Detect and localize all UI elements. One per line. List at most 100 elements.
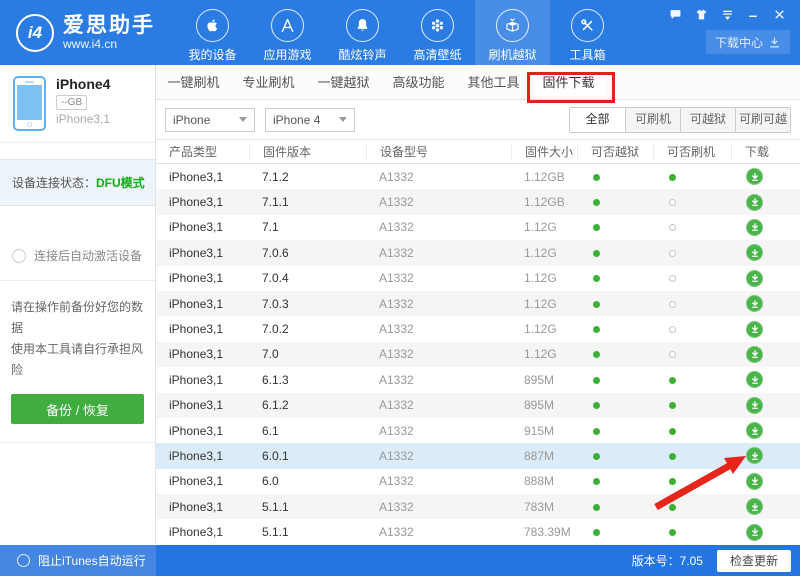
table-row[interactable]: iPhone3,16.1.2A1332895M xyxy=(156,393,800,418)
menu-icon[interactable] xyxy=(721,8,734,21)
download-button[interactable] xyxy=(746,270,763,287)
table-row[interactable]: iPhone3,15.1.1A1332783.39M xyxy=(156,519,800,544)
jailbreak-status-dot xyxy=(593,275,600,282)
filter-button-2[interactable]: 可越狱 xyxy=(680,108,735,132)
nav-item-3[interactable]: 高清壁纸 xyxy=(400,0,475,65)
nav-item-label: 酷炫铃声 xyxy=(338,46,386,63)
title-bar: i4 爱思助手 www.i4.cn 我的设备应用游戏酷炫铃声高清壁纸刷机越狱工具… xyxy=(0,0,800,65)
flash-status-dot xyxy=(669,478,676,485)
jailbreak-status-dot xyxy=(593,377,600,384)
download-tray-icon xyxy=(768,36,781,49)
tab-1[interactable]: 专业刷机 xyxy=(231,65,306,99)
table-row[interactable]: iPhone3,17.0.2A13321.12G xyxy=(156,316,800,341)
table-row[interactable]: iPhone3,17.1A13321.12G xyxy=(156,215,800,240)
nav-item-1[interactable]: 应用游戏 xyxy=(250,0,325,65)
download-button[interactable] xyxy=(746,219,763,236)
download-button[interactable] xyxy=(746,295,763,312)
download-button[interactable] xyxy=(746,244,763,261)
download-button[interactable] xyxy=(746,371,763,388)
backup-restore-button[interactable]: 备份 / 恢复 xyxy=(11,394,144,424)
nav-item-2[interactable]: 酷炫铃声 xyxy=(325,0,400,65)
connection-status-label: 设备连接状态： xyxy=(12,174,96,191)
table-row[interactable]: iPhone3,16.0.1A1332887M xyxy=(156,443,800,468)
topnav-items: 我的设备应用游戏酷炫铃声高清壁纸刷机越狱工具箱 xyxy=(175,0,625,65)
iphone-device-icon xyxy=(13,76,46,131)
firmware-size-cell: 895M xyxy=(511,398,577,412)
firmware-version-cell: 7.0 xyxy=(249,347,366,361)
download-button[interactable] xyxy=(746,498,763,515)
skin-icon[interactable] xyxy=(695,8,708,21)
device-type-select-value: iPhone xyxy=(173,113,210,127)
auto-activate-radio[interactable] xyxy=(12,249,26,263)
block-itunes-radio[interactable] xyxy=(17,554,30,567)
download-button[interactable] xyxy=(746,473,763,490)
download-button[interactable] xyxy=(746,524,763,541)
flash-status-dot xyxy=(669,402,676,409)
firmware-version-cell: 6.1.2 xyxy=(249,398,366,412)
flash-status-dot xyxy=(669,504,676,511)
table-row[interactable]: iPhone3,17.0.4A13321.12G xyxy=(156,266,800,291)
tab-0[interactable]: 一键刷机 xyxy=(156,65,231,99)
nav-item-0[interactable]: 我的设备 xyxy=(175,0,250,65)
brand-name: 爱思助手 xyxy=(63,15,155,37)
product-type-cell: iPhone3,1 xyxy=(156,449,249,463)
tab-2[interactable]: 一键越狱 xyxy=(306,65,381,99)
jailbreak-status-dot xyxy=(593,250,600,257)
message-icon[interactable] xyxy=(669,8,682,21)
jailbreak-status-dot xyxy=(593,351,600,358)
tab-3[interactable]: 高级功能 xyxy=(381,65,456,99)
device-model-cell: A1332 xyxy=(366,220,511,234)
wallpapers-flower-icon xyxy=(421,9,454,42)
firmware-size-cell: 1.12G xyxy=(511,297,577,311)
table-row[interactable]: iPhone3,17.0A13321.12G xyxy=(156,342,800,367)
product-type-cell: iPhone3,1 xyxy=(156,297,249,311)
table-row[interactable]: iPhone3,17.1.2A13321.12GB xyxy=(156,164,800,189)
product-type-cell: iPhone3,1 xyxy=(156,398,249,412)
logo-text: i4 xyxy=(28,23,42,43)
table-row[interactable]: iPhone3,16.0A1332888M xyxy=(156,469,800,494)
device-model-select[interactable]: iPhone 4 xyxy=(265,108,355,132)
device-model-cell: A1332 xyxy=(366,347,511,361)
my-devices-apple-icon xyxy=(196,9,229,42)
download-center-button[interactable]: 下载中心 xyxy=(706,30,790,54)
jailbreak-status-dot xyxy=(593,174,600,181)
tab-5[interactable]: 固件下载 xyxy=(531,65,606,99)
column-header-1: 固件版本 xyxy=(249,145,366,159)
firmware-version-cell: 7.1.1 xyxy=(249,195,366,209)
firmware-version-cell: 6.1 xyxy=(249,424,366,438)
download-button[interactable] xyxy=(746,194,763,211)
nav-item-label: 工具箱 xyxy=(569,46,605,63)
download-button[interactable] xyxy=(746,346,763,363)
minimize-icon[interactable] xyxy=(747,8,760,21)
filter-button-3[interactable]: 可刷可越 xyxy=(735,108,790,132)
download-button[interactable] xyxy=(746,168,763,185)
block-itunes-option[interactable]: 阻止iTunes自动运行 xyxy=(0,545,156,576)
table-row[interactable]: iPhone3,17.0.3A13321.12G xyxy=(156,291,800,316)
filter-button-1[interactable]: 可刷机 xyxy=(625,108,680,132)
product-type-cell: iPhone3,1 xyxy=(156,500,249,514)
check-update-button[interactable]: 检查更新 xyxy=(717,550,791,572)
close-icon[interactable] xyxy=(773,8,786,21)
device-model-cell: A1332 xyxy=(366,373,511,387)
download-button[interactable] xyxy=(746,321,763,338)
table-row[interactable]: iPhone3,17.0.6A13321.12G xyxy=(156,240,800,265)
device-model-cell: A1332 xyxy=(366,246,511,260)
download-button[interactable] xyxy=(746,397,763,414)
firmware-size-cell: 888M xyxy=(511,474,577,488)
filter-button-0[interactable]: 全部 xyxy=(570,108,625,132)
tab-4[interactable]: 其他工具 xyxy=(456,65,531,99)
nav-item-4[interactable]: 刷机越狱 xyxy=(475,0,550,65)
table-row[interactable]: iPhone3,16.1.3A1332895M xyxy=(156,367,800,392)
auto-activate-option[interactable]: 连接后自动激活设备 xyxy=(0,231,155,281)
table-row[interactable]: iPhone3,16.1A1332915M xyxy=(156,418,800,443)
download-button[interactable] xyxy=(746,447,763,464)
download-button[interactable] xyxy=(746,422,763,439)
nav-item-5[interactable]: 工具箱 xyxy=(550,0,625,65)
device-model-cell: A1332 xyxy=(366,449,511,463)
column-header-5: 可否刷机 xyxy=(653,145,731,159)
table-row[interactable]: iPhone3,17.1.1A13321.12GB xyxy=(156,189,800,214)
firmware-filter-group: 全部可刷机可越狱可刷可越 xyxy=(569,107,791,133)
flash-jailbreak-box-icon xyxy=(496,9,529,42)
device-type-select[interactable]: iPhone xyxy=(165,108,255,132)
table-row[interactable]: iPhone3,15.1.1A1332783M xyxy=(156,494,800,519)
